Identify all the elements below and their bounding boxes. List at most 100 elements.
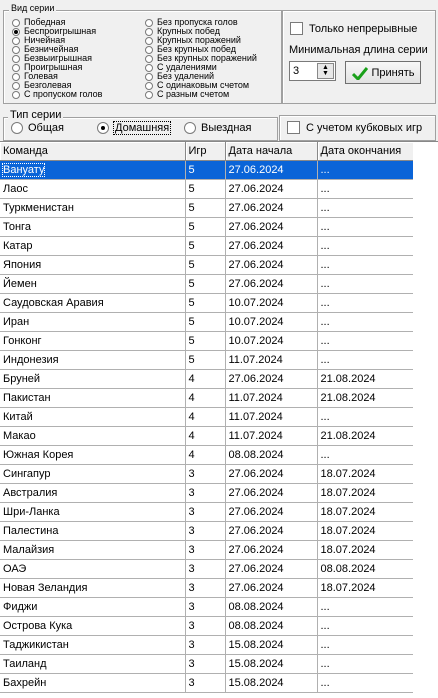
- series-table[interactable]: Команда Игр Дата начала Дата окончания В…: [0, 141, 438, 698]
- cell-games[interactable]: 3: [185, 521, 226, 541]
- column-header-end[interactable]: Дата окончания: [317, 142, 414, 161]
- cell-end-date[interactable]: 18.07.2024: [317, 578, 414, 598]
- cell-team[interactable]: Китай: [0, 407, 186, 427]
- cell-start-date[interactable]: 27.06.2024: [225, 540, 318, 560]
- cell-end-date[interactable]: 18.07.2024: [317, 483, 414, 503]
- cell-team[interactable]: Сингапур: [0, 464, 186, 484]
- cell-end-date[interactable]: ...: [317, 445, 414, 465]
- cell-end-date[interactable]: ...: [317, 217, 414, 237]
- radio-dot[interactable]: [145, 63, 153, 72]
- radio-dot[interactable]: [145, 18, 153, 27]
- series-type-option[interactable]: С пропуском голов: [12, 90, 102, 99]
- table-row[interactable]: Таджикистан 3 15.08.2024...: [0, 635, 414, 655]
- cell-end-date[interactable]: ...: [317, 635, 414, 655]
- cell-games[interactable]: 3: [185, 673, 226, 693]
- table-row[interactable]: Макао 4 11.07.2024 21.08.2024: [0, 426, 414, 446]
- radio-dot[interactable]: [12, 45, 20, 54]
- cell-end-date[interactable]: ...: [317, 293, 414, 313]
- cell-start-date[interactable]: 10.07.2024: [225, 331, 318, 351]
- cell-games[interactable]: 4: [185, 369, 226, 389]
- game-type-home[interactable]: Домашняя: [97, 121, 172, 135]
- table-row[interactable]: Шри-Ланка 3 27.06.2024 18.07.2024: [0, 502, 414, 522]
- cell-games[interactable]: 5: [185, 217, 226, 237]
- cell-start-date[interactable]: 27.06.2024: [225, 578, 318, 598]
- continuous-only-checkbox[interactable]: Только непрерывные: [290, 22, 417, 35]
- cell-team[interactable]: Шри-Ланка: [0, 502, 186, 522]
- table-row[interactable]: ОАЭ 3 27.06.2024 08.08.2024: [0, 559, 414, 579]
- cell-end-date[interactable]: ...: [317, 255, 414, 275]
- cell-start-date[interactable]: 15.08.2024: [225, 654, 318, 674]
- cell-end-date[interactable]: ...: [317, 198, 414, 218]
- table-row[interactable]: Бахрейн 3 15.08.2024...: [0, 673, 414, 693]
- series-type-option[interactable]: С разным счетом: [145, 90, 229, 99]
- table-row[interactable]: Вануату 5 27.06.2024...: [0, 160, 414, 180]
- table-row[interactable]: Йемен 5 27.06.2024...: [0, 274, 414, 294]
- cup-games-checkbox[interactable]: С учетом кубковых игр: [287, 121, 422, 134]
- cell-games[interactable]: 3: [185, 559, 226, 579]
- cell-team[interactable]: Лаос: [0, 179, 186, 199]
- table-row[interactable]: Палестина 3 27.06.2024 18.07.2024: [0, 521, 414, 541]
- cell-team[interactable]: Пакистан: [0, 388, 186, 408]
- cell-start-date[interactable]: 27.06.2024: [225, 160, 318, 180]
- cell-games[interactable]: 3: [185, 502, 226, 522]
- cell-start-date[interactable]: 27.06.2024: [225, 521, 318, 541]
- table-row[interactable]: Гонконг 5 10.07.2024...: [0, 331, 414, 351]
- cell-end-date[interactable]: ...: [317, 312, 414, 332]
- table-row[interactable]: Китай 4 11.07.2024...: [0, 407, 414, 427]
- cell-games[interactable]: 5: [185, 312, 226, 332]
- table-row[interactable]: Острова Кука 3 08.08.2024...: [0, 616, 414, 636]
- accept-button[interactable]: Принять: [345, 61, 421, 84]
- table-row[interactable]: Саудовская Аравия 5 10.07.2024...: [0, 293, 414, 313]
- cell-games[interactable]: 5: [185, 255, 226, 275]
- table-row[interactable]: Новая Зеландия 3 27.06.2024 18.07.2024: [0, 578, 414, 598]
- table-row[interactable]: Австралия 3 27.06.2024 18.07.2024: [0, 483, 414, 503]
- game-type-general[interactable]: Общая: [11, 122, 64, 134]
- cell-games[interactable]: 5: [185, 160, 226, 180]
- cell-games[interactable]: 3: [185, 483, 226, 503]
- min-length-value[interactable]: 3: [293, 65, 299, 77]
- cell-team[interactable]: Бахрейн: [0, 673, 186, 693]
- cell-end-date[interactable]: ...: [317, 407, 414, 427]
- cell-games[interactable]: 5: [185, 293, 226, 313]
- cell-end-date[interactable]: 21.08.2024: [317, 426, 414, 446]
- cell-end-date[interactable]: 18.07.2024: [317, 521, 414, 541]
- cell-start-date[interactable]: 10.07.2024: [225, 312, 318, 332]
- cell-end-date[interactable]: 18.07.2024: [317, 464, 414, 484]
- radio-dot[interactable]: [145, 54, 153, 63]
- cell-games[interactable]: 4: [185, 426, 226, 446]
- cell-games[interactable]: 5: [185, 179, 226, 199]
- radio-dot[interactable]: [12, 18, 20, 27]
- cell-start-date[interactable]: 27.06.2024: [225, 464, 318, 484]
- cell-start-date[interactable]: 27.06.2024: [225, 217, 318, 237]
- cell-team[interactable]: Япония: [0, 255, 186, 275]
- cell-team[interactable]: Таджикистан: [0, 635, 186, 655]
- min-length-spinner[interactable]: 3 ▲ ▼: [289, 61, 336, 81]
- cell-start-date[interactable]: 27.06.2024: [225, 236, 318, 256]
- cell-start-date[interactable]: 08.08.2024: [225, 445, 318, 465]
- cell-team[interactable]: Макао: [0, 426, 186, 446]
- cell-start-date[interactable]: 27.06.2024: [225, 198, 318, 218]
- cell-start-date[interactable]: 11.07.2024: [225, 350, 318, 370]
- continuous-only-box[interactable]: [290, 22, 303, 35]
- table-row[interactable]: Туркменистан 5 27.06.2024...: [0, 198, 414, 218]
- column-header-games[interactable]: Игр: [185, 142, 226, 161]
- cell-team[interactable]: Катар: [0, 236, 186, 256]
- cell-end-date[interactable]: 18.07.2024: [317, 540, 414, 560]
- radio-dot[interactable]: [11, 122, 23, 134]
- cell-team[interactable]: Вануату: [0, 160, 186, 180]
- cell-end-date[interactable]: ...: [317, 331, 414, 351]
- cell-start-date[interactable]: 27.06.2024: [225, 559, 318, 579]
- cell-start-date[interactable]: 15.08.2024: [225, 635, 318, 655]
- cell-team[interactable]: Таиланд: [0, 654, 186, 674]
- cell-team[interactable]: ОАЭ: [0, 559, 186, 579]
- cell-start-date[interactable]: 08.08.2024: [225, 597, 318, 617]
- cell-end-date[interactable]: ...: [317, 673, 414, 693]
- game-type-away[interactable]: Выездная: [184, 122, 252, 134]
- radio-dot[interactable]: [12, 90, 20, 99]
- cell-end-date[interactable]: ...: [317, 616, 414, 636]
- cell-start-date[interactable]: 10.07.2024: [225, 293, 318, 313]
- cell-games[interactable]: 3: [185, 464, 226, 484]
- cell-start-date[interactable]: 15.08.2024: [225, 673, 318, 693]
- cell-games[interactable]: 5: [185, 198, 226, 218]
- column-header-start[interactable]: Дата начала: [225, 142, 318, 161]
